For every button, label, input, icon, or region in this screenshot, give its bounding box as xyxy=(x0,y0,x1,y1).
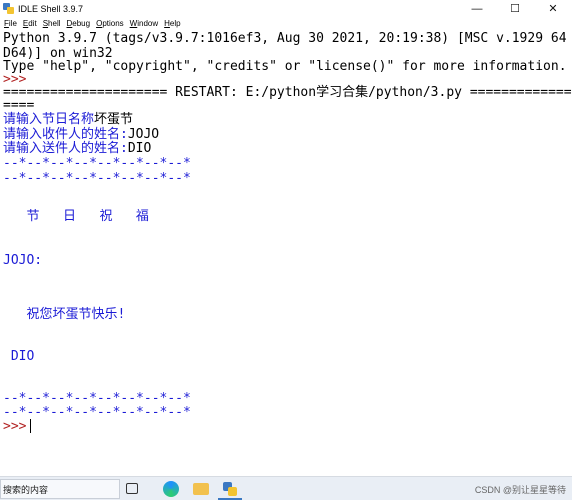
menu-shell-label: hell xyxy=(48,18,61,28)
menu-options[interactable]: Options xyxy=(96,19,124,28)
maximize-button[interactable]: ☐ xyxy=(496,0,534,17)
task-view-icon[interactable] xyxy=(126,483,138,494)
input-value-recipient: JOJO xyxy=(127,127,160,142)
menu-help-label: elp xyxy=(169,18,181,28)
menu-shell[interactable]: Shell xyxy=(43,19,61,28)
window-controls: — ☐ ✕ xyxy=(458,0,572,17)
sender-line: DIO xyxy=(3,349,35,364)
input-line-sender: 请输入送件人的姓名:DIO xyxy=(3,141,151,156)
menu-window-label: indow xyxy=(137,18,159,28)
input-prompt-recipient: 请输入收件人的姓名: xyxy=(3,127,128,142)
greeting-title: 节 日 祝 福 xyxy=(3,209,149,224)
file-explorer-icon[interactable] xyxy=(193,483,209,495)
restart-line-1: ===================== RESTART: E:/python… xyxy=(3,85,572,100)
input-value-festival: 坏蛋节 xyxy=(94,112,134,127)
input-line-recipient: 请输入收件人的姓名:JOJO xyxy=(3,127,159,142)
taskbar-search-input[interactable]: 搜索的内容 xyxy=(0,479,120,499)
banner-line-1: Python 3.9.7 (tags/v3.9.7:1016ef3, Aug 3… xyxy=(3,31,572,46)
input-prompt-festival: 请输入节日名称 xyxy=(3,112,95,127)
banner-line-3: Type "help", "copyright", "credits" or "… xyxy=(3,59,567,74)
window-title: IDLE Shell 3.9.7 xyxy=(18,3,84,14)
python-idle-icon xyxy=(3,3,14,14)
menu-file[interactable]: File xyxy=(4,19,17,28)
border-top-1: --*--*--*--*--*--*--*--* xyxy=(3,156,191,171)
minimize-button[interactable]: — xyxy=(458,0,496,17)
menu-help[interactable]: Help xyxy=(164,19,180,28)
menu-debug-label: ebug xyxy=(72,18,91,28)
menu-bar: File Edit Shell Debug Options Window Hel… xyxy=(0,17,572,29)
text-cursor xyxy=(30,419,31,433)
python-idle-taskbar-icon[interactable] xyxy=(222,481,238,497)
border-bottom-1: --*--*--*--*--*--*--*--* xyxy=(3,391,191,406)
input-value-sender: DIO xyxy=(127,141,152,156)
menu-edit-label: dit xyxy=(28,18,37,28)
menu-options-label: ptions xyxy=(102,18,124,28)
close-button[interactable]: ✕ xyxy=(534,0,572,17)
menu-window[interactable]: Window xyxy=(130,19,158,28)
menu-file-label: ile xyxy=(8,18,17,28)
recipient-line: JOJO: xyxy=(3,253,43,268)
message-line: 祝您坏蛋节快乐! xyxy=(3,307,126,322)
shell-text-area[interactable]: Python 3.9.7 (tags/v3.9.7:1016ef3, Aug 3… xyxy=(0,29,572,475)
input-prompt-sender: 请输入送件人的姓名: xyxy=(3,141,128,156)
prompt-end: >>> xyxy=(3,419,27,434)
border-bottom-2: --*--*--*--*--*--*--*--* xyxy=(3,405,191,420)
watermark: CSDN @别让星星等待 xyxy=(474,485,566,495)
taskbar: 搜索的内容 CSDN @别让星星等待 xyxy=(0,476,572,500)
border-top-2: --*--*--*--*--*--*--*--* xyxy=(3,171,191,186)
menu-debug[interactable]: Debug xyxy=(67,19,91,28)
menu-edit[interactable]: Edit xyxy=(23,19,37,28)
restart-line-2: ==== xyxy=(3,98,35,113)
edge-browser-icon[interactable] xyxy=(163,481,179,497)
input-line-festival: 请输入节日名称坏蛋节 xyxy=(3,112,133,127)
title-bar: IDLE Shell 3.9.7 — ☐ ✕ xyxy=(0,0,572,17)
